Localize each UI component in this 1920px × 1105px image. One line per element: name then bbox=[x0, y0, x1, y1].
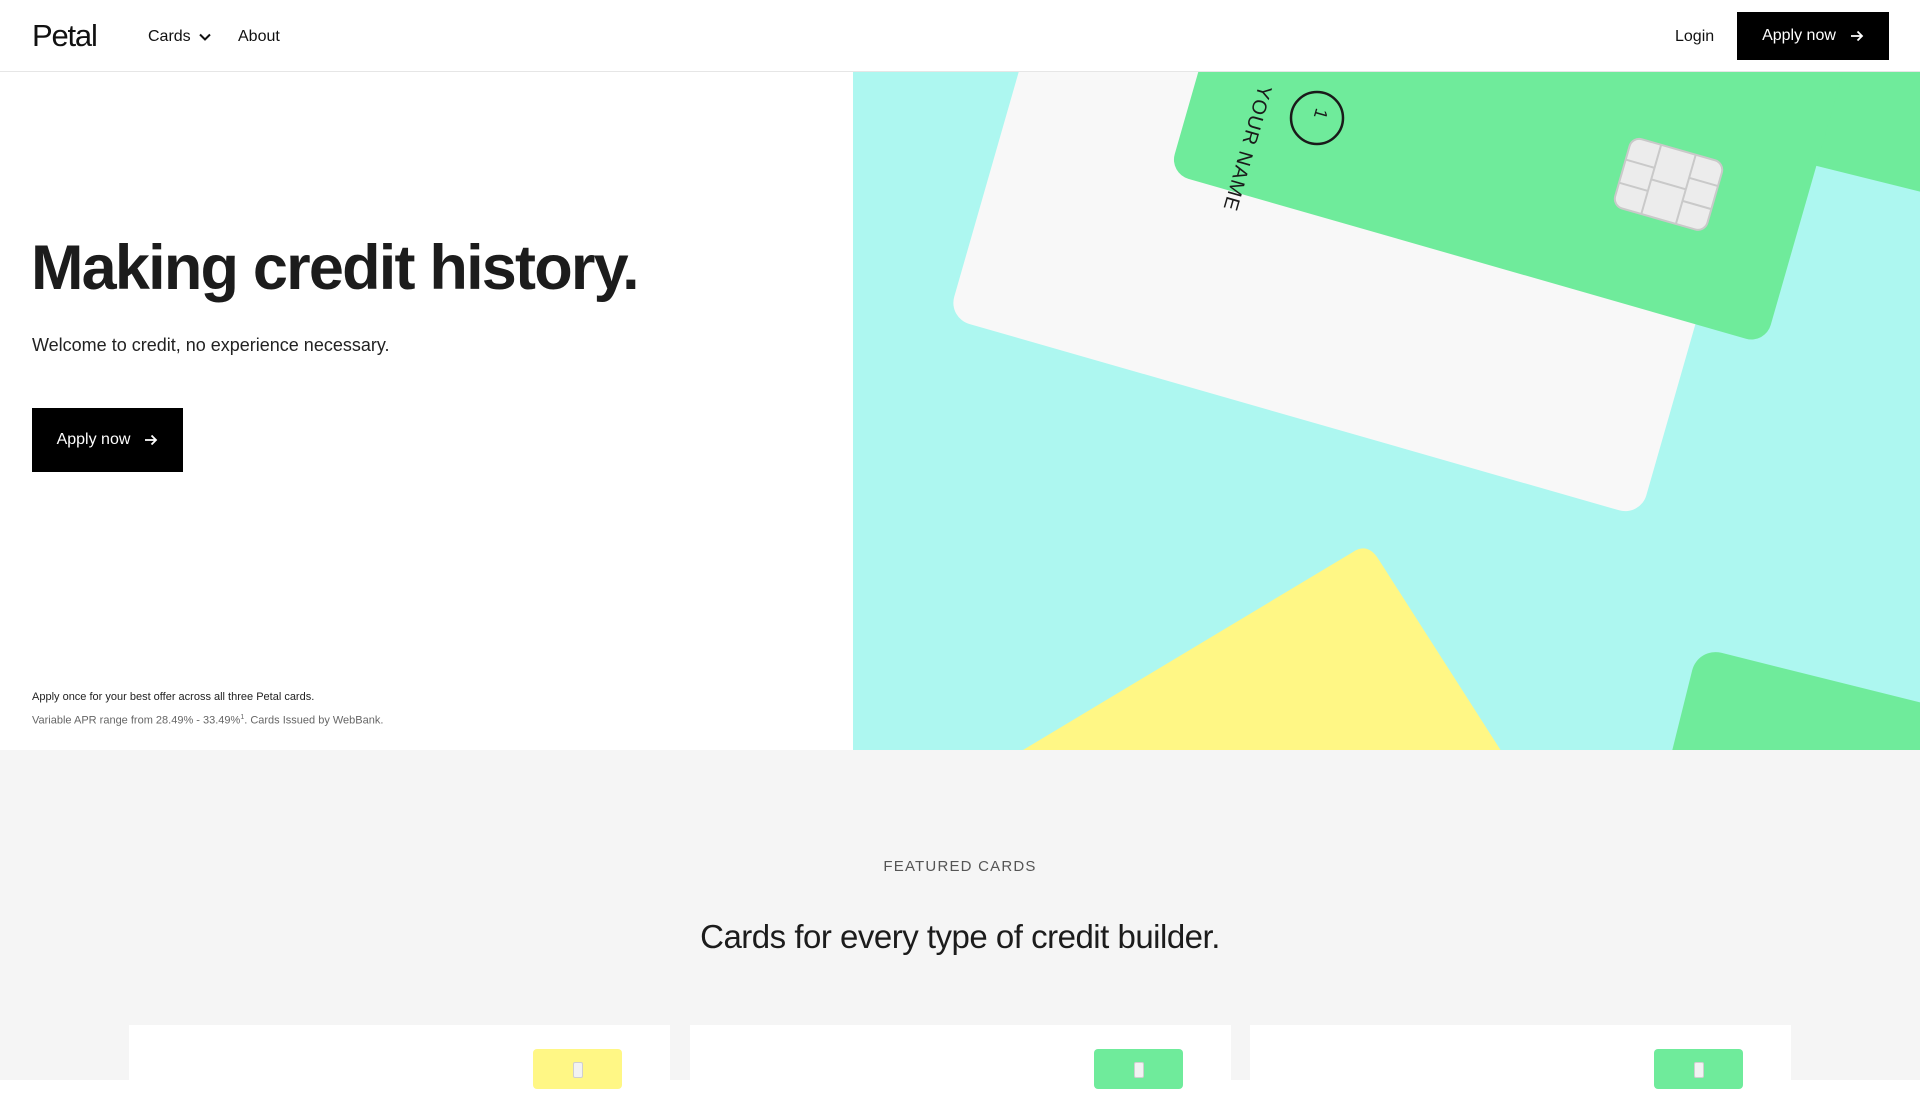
arrow-right-icon bbox=[145, 434, 158, 446]
arrow-right-icon bbox=[1850, 30, 1864, 42]
card-thumb-green bbox=[1094, 1049, 1183, 1089]
chip-icon bbox=[573, 1062, 583, 1078]
chip-icon bbox=[1694, 1062, 1704, 1078]
nav-cards-menu[interactable]: Cards bbox=[148, 28, 211, 46]
featured-card-1[interactable] bbox=[129, 1025, 670, 1105]
nav-about-link[interactable]: About bbox=[238, 28, 280, 46]
apr-disclaimer: Variable APR range from 28.49% - 33.49%1… bbox=[32, 714, 383, 727]
hero-subtitle: Welcome to credit, no experience necessa… bbox=[32, 335, 390, 355]
hero-illustration: YOUR NAME 1 bbox=[853, 72, 1920, 750]
featured-title: Cards for every type of credit builder. bbox=[700, 918, 1220, 955]
hero-apply-label: Apply now bbox=[56, 431, 131, 448]
petal-logo[interactable]: Petal bbox=[32, 18, 98, 54]
card-thumb-green bbox=[1654, 1049, 1743, 1089]
top-nav: Petal Cards About Login Apply now bbox=[0, 0, 1920, 72]
apr-text: Variable APR range from 28.49% - 33.49% bbox=[32, 714, 241, 727]
featured-card-2[interactable] bbox=[690, 1025, 1231, 1105]
card-thumb-yellow bbox=[533, 1049, 622, 1089]
featured-card-3[interactable] bbox=[1250, 1025, 1791, 1105]
hero-apply-button[interactable]: Apply now bbox=[32, 408, 183, 472]
chevron-down-icon bbox=[198, 33, 211, 41]
featured-eyebrow: FEATURED CARDS bbox=[883, 858, 1037, 875]
nav-login-link[interactable]: Login bbox=[1675, 28, 1714, 46]
hero-title: Making credit history. bbox=[31, 233, 640, 303]
nav-cards-label: Cards bbox=[148, 28, 191, 45]
nav-apply-button[interactable]: Apply now bbox=[1737, 12, 1889, 60]
featured-cards-section: FEATURED CARDS Cards for every type of c… bbox=[0, 750, 1920, 1105]
nav-apply-label: Apply now bbox=[1762, 27, 1836, 44]
issuer-text: . Cards Issued by WebBank. bbox=[244, 714, 384, 727]
chip-icon bbox=[1134, 1062, 1144, 1078]
offer-disclaimer: Apply once for your best offer across al… bbox=[32, 691, 315, 703]
